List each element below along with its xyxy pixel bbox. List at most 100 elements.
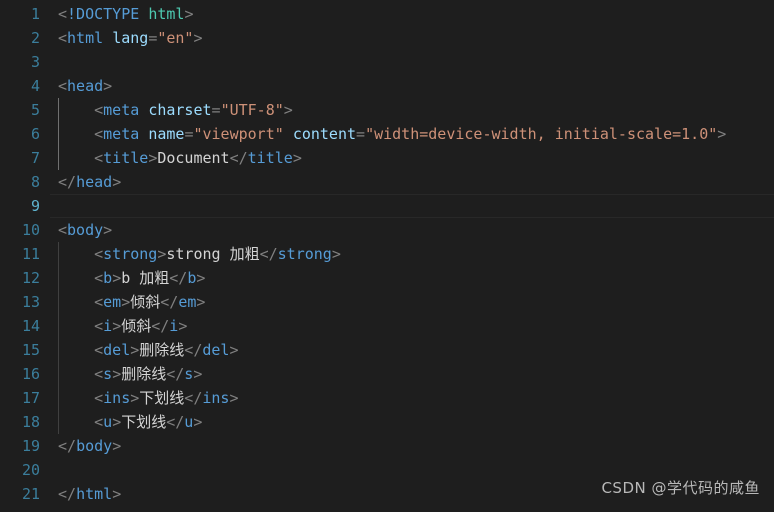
code-line-text: <ins>下划线</ins> (50, 386, 238, 410)
token-pun: </ (58, 485, 77, 503)
code-line-text: <head> (50, 74, 112, 98)
code-line-text: <del>删除线</del> (50, 338, 238, 362)
code-line[interactable]: </body> (50, 434, 774, 458)
code-line[interactable]: <meta name="viewport" content="width=dev… (50, 122, 774, 146)
token-pun: < (58, 29, 68, 47)
line-number: 8 (30, 173, 40, 191)
code-line[interactable]: <meta charset="UTF-8"> (50, 98, 774, 122)
line-number: 19 (21, 437, 40, 455)
indent-guide (58, 98, 59, 170)
token-pun: > (112, 365, 122, 383)
code-line[interactable]: <s>删除线</s> (50, 362, 774, 386)
token-tag: body (76, 437, 113, 455)
code-line[interactable] (50, 50, 774, 74)
token-pun: </ (184, 341, 203, 359)
line-number: 12 (21, 269, 40, 287)
token-text: 下划线 (121, 413, 167, 431)
token-str: "viewport" (193, 125, 284, 143)
code-line[interactable]: <!DOCTYPE html> (50, 2, 774, 26)
line-number: 6 (30, 125, 40, 143)
code-line-text: <html lang="en"> (50, 26, 203, 50)
line-number: 17 (21, 389, 40, 407)
code-line[interactable]: <strong>strong 加粗</strong> (50, 242, 774, 266)
line-number: 7 (30, 149, 40, 167)
code-content-area[interactable]: <!DOCTYPE html> <html lang="en"> <head> <m… (50, 0, 774, 512)
code-line[interactable]: <em>倾斜</em> (50, 290, 774, 314)
line-number: 15 (21, 341, 40, 359)
token-pun: </ (259, 245, 278, 263)
line-number: 2 (30, 29, 40, 47)
token-tag: meta (103, 125, 140, 143)
token-tag: html (67, 29, 104, 47)
token-tag: head (67, 77, 104, 95)
code-line[interactable] (50, 194, 774, 218)
token-pun: > (130, 341, 140, 359)
token-tag: s (103, 365, 113, 383)
token-tag: title (103, 149, 149, 167)
token-pun: </ (229, 149, 248, 167)
token-pun: </ (184, 389, 203, 407)
code-line-text: </body> (50, 434, 121, 458)
token-tag: strong (277, 245, 332, 263)
token-doct: !DOCTYPE (67, 5, 140, 23)
code-editor[interactable]: 1 2 3 4 5 6 7 8 9 10 11 12 13 14 15 16 17 18 19 20 21 <!DOCT… (0, 0, 774, 512)
token-pun: > (103, 77, 113, 95)
token-text: b 加粗 (121, 269, 170, 287)
token-pun: < (94, 269, 104, 287)
line-number: 13 (21, 293, 40, 311)
token-tag2: html (148, 5, 185, 23)
token-pun: > (229, 341, 239, 359)
code-line[interactable]: <i>倾斜</i> (50, 314, 774, 338)
token-pun: < (94, 245, 104, 263)
token-pun: > (112, 173, 122, 191)
token-tag: del (202, 341, 230, 359)
token-attr: name (148, 125, 185, 143)
code-line[interactable]: </head> (50, 170, 774, 194)
code-line[interactable]: <del>删除线</del> (50, 338, 774, 362)
token-pun: > (112, 269, 122, 287)
token-tag: u (184, 413, 194, 431)
token-pun: < (94, 293, 104, 311)
token-pun: > (112, 485, 122, 503)
code-line-text: <strong>strong 加粗</strong> (50, 242, 341, 266)
token-tag: title (247, 149, 293, 167)
token-text: 倾斜 (130, 293, 161, 311)
code-line[interactable]: <body> (50, 218, 774, 242)
line-number: 16 (21, 365, 40, 383)
token-pun: < (94, 317, 104, 335)
token-tag: del (103, 341, 131, 359)
line-number: 3 (30, 53, 40, 71)
token-str: "en" (157, 29, 194, 47)
token-pun: = (356, 125, 366, 143)
token-tag: u (103, 413, 113, 431)
token-str: "UTF-8" (220, 101, 284, 119)
line-number-gutter[interactable]: 1 2 3 4 5 6 7 8 9 10 11 12 13 14 15 16 17 18 19 20 21 (0, 0, 50, 512)
token-pun: </ (166, 365, 185, 383)
code-line[interactable]: <html lang="en"> (50, 26, 774, 50)
code-line-text: <meta name="viewport" content="width=dev… (50, 122, 726, 146)
code-line-text: </head> (50, 170, 121, 194)
token-pun: </ (166, 413, 185, 431)
code-line-text: <u>下划线</u> (50, 410, 202, 434)
token-text: 删除线 (121, 365, 167, 383)
token-text: 删除线 (139, 341, 185, 359)
code-line[interactable]: <head> (50, 74, 774, 98)
token-text: strong 加粗 (166, 245, 260, 263)
token-tag: strong (103, 245, 158, 263)
line-number: 5 (30, 101, 40, 119)
token-pun: > (121, 293, 131, 311)
token-pun: < (94, 125, 104, 143)
code-line[interactable]: <b>b 加粗</b> (50, 266, 774, 290)
line-number: 10 (21, 221, 40, 239)
token-str: "width=device-width, initial-scale=1.0" (365, 125, 718, 143)
code-line-text: <em>倾斜</em> (50, 290, 205, 314)
code-line[interactable]: <ins>下划线</ins> (50, 386, 774, 410)
code-line[interactable]: <u>下划线</u> (50, 410, 774, 434)
code-line[interactable]: <title>Document</title> (50, 146, 774, 170)
